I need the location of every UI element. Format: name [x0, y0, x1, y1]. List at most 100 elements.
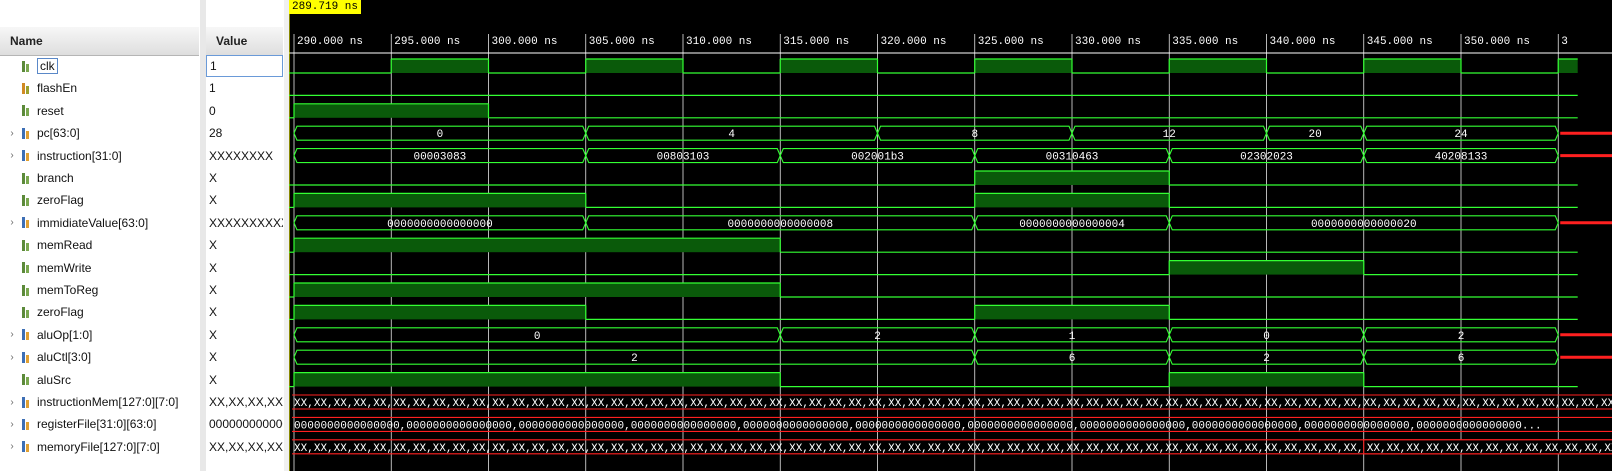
signal-row-branch[interactable]: branch — [0, 167, 199, 189]
signal-value[interactable]: X — [206, 324, 283, 346]
ruler-tick-label: 330.000 ns — [1075, 36, 1141, 48]
signal-name: immidiateValue[63:0] — [37, 215, 149, 230]
ruler-tick-label: 300.000 ns — [492, 36, 558, 48]
signal-value[interactable]: X — [206, 257, 283, 279]
bus-value-label: 2 — [1458, 331, 1465, 343]
bus-value-label: 1 — [1069, 331, 1076, 343]
signal-name: flashEn — [37, 81, 78, 96]
signal-row-reset[interactable]: reset — [0, 100, 199, 122]
signal-name: pc[63:0] — [37, 126, 80, 141]
ruler-tick-label: 315.000 ns — [783, 36, 849, 48]
signal-value[interactable]: X — [206, 167, 283, 189]
name-column: Name clk flashEn reset › pc[63:0] › instructio… — [0, 0, 201, 471]
signal-value[interactable]: XXXXXXXXXXXXXXXX — [206, 212, 283, 234]
signal-value[interactable]: X — [206, 234, 283, 256]
expand-chevron-icon[interactable]: › — [6, 441, 18, 452]
array-value-label: XX,XX,XX,XX,XX,XX,XX,XX,XX,XX,XX,XX,XX,X… — [294, 398, 1612, 410]
signal-value[interactable]: X — [206, 301, 283, 323]
bus-value-label: 0000000000000020 — [1311, 219, 1417, 231]
waveform-high-fill — [294, 238, 781, 253]
ruler-tick-label: 335.000 ns — [1172, 36, 1238, 48]
bus-signal-icon — [22, 217, 32, 229]
bus-signal-icon — [22, 418, 32, 430]
signal-value[interactable]: 0 — [206, 100, 283, 122]
ruler-tick-label: 320.000 ns — [881, 36, 947, 48]
logic-signal-icon — [22, 306, 32, 318]
signal-value[interactable]: XX,XX,XX,XX,XX — [206, 436, 283, 458]
bus-value-label: 12 — [1163, 129, 1176, 141]
signal-name: registerFile[31:0][63:0] — [37, 417, 157, 432]
signal-row-alusrc[interactable]: aluSrc — [0, 369, 199, 391]
signal-name: clk — [37, 58, 58, 74]
waveform-high-fill — [780, 59, 878, 73]
expand-chevron-icon[interactable]: › — [6, 329, 18, 340]
signal-value[interactable]: 0000000000000000 — [206, 413, 283, 435]
expand-chevron-icon[interactable]: › — [6, 419, 18, 430]
expand-chevron-icon[interactable]: › — [6, 128, 18, 139]
signal-value[interactable]: X — [206, 369, 283, 391]
value-column-header[interactable]: Value — [206, 27, 283, 56]
logic-signal-icon — [22, 239, 32, 251]
array-value-label: XX,XX,XX,XX,XX,XX,XX,XX,XX,XX,XX,XX,XX,X… — [1367, 443, 1612, 455]
signal-value[interactable]: 1 — [206, 77, 283, 99]
signal-row-pc-63-0-[interactable]: › pc[63:0] — [0, 122, 199, 144]
bus-value-label: 002001b3 — [851, 152, 904, 164]
expand-chevron-icon[interactable]: › — [6, 352, 18, 363]
signal-value[interactable]: X — [206, 189, 283, 211]
waveform-high-fill — [974, 305, 1170, 320]
waveform-high-fill — [974, 171, 1170, 185]
signal-name: branch — [37, 171, 74, 185]
name-column-header[interactable]: Name — [0, 27, 199, 56]
bus-value-label: 6 — [1458, 353, 1465, 365]
signal-value[interactable]: X — [206, 279, 283, 301]
waveform-high-fill — [1169, 260, 1364, 275]
signal-name: aluSrc — [37, 372, 72, 387]
bus-signal-icon — [22, 127, 32, 139]
array-value-label: 0000000000000000,0000000000000000,000000… — [294, 420, 1542, 432]
bus-value-label: 0 — [437, 129, 444, 141]
signal-row-registerfile-31-0-63-0-[interactable]: › registerFile[31:0][63:0] — [0, 413, 199, 435]
signal-name: zeroFlag — [37, 305, 84, 320]
signal-row-memoryfile-127-0-7-0-[interactable]: › memoryFile[127:0][7:0] — [0, 436, 199, 458]
bus-value-label: 0 — [534, 331, 541, 343]
logic-signal-icon — [22, 262, 32, 274]
signal-row-immidiatevalue-63-0-[interactable]: › immidiateValue[63:0] — [0, 212, 199, 234]
logic-signal-icon — [22, 105, 32, 117]
signal-value[interactable]: X — [206, 346, 283, 368]
signal-row-aluop-1-0-[interactable]: › aluOp[1:0] — [0, 324, 199, 346]
signal-row-aluctl-3-0-[interactable]: › aluCtl[3:0] — [0, 346, 199, 368]
bus-signal-icon — [22, 329, 32, 341]
bus-value-label: 00310463 — [1046, 152, 1099, 164]
signal-value[interactable]: 28 — [206, 122, 283, 144]
signal-row-memwrite[interactable]: memWrite — [0, 257, 199, 279]
signal-row-memread[interactable]: memRead — [0, 234, 199, 256]
signal-row-instruction-31-0-[interactable]: › instruction[31:0] — [0, 145, 199, 167]
signal-name: reset — [37, 103, 64, 118]
expand-chevron-icon[interactable]: › — [6, 217, 18, 228]
bus-value-label: 6 — [1069, 353, 1076, 365]
waveform-high-fill — [1363, 59, 1461, 73]
ruler-tick-label: 305.000 ns — [589, 36, 655, 48]
bus-value-label: 0000000000000008 — [727, 219, 833, 231]
expand-chevron-icon[interactable]: › — [6, 150, 18, 161]
signal-row-clk[interactable]: clk — [0, 55, 199, 77]
signal-value[interactable]: 1 — [206, 55, 283, 77]
signal-row-instructionmem-127-0-7-0-[interactable]: › instructionMem[127:0][7:0] — [0, 391, 199, 413]
bus-signal-icon — [22, 351, 32, 363]
bus-signal-icon — [22, 396, 32, 408]
signal-row-memtoreg[interactable]: memToReg — [0, 279, 199, 301]
expand-chevron-icon[interactable]: › — [6, 397, 18, 408]
waveform-high-fill — [974, 59, 1072, 73]
signal-value[interactable]: XXXXXXXX — [206, 145, 283, 167]
bus-value-label: 00803103 — [657, 152, 710, 164]
signal-row-zeroflag[interactable]: zeroFlag — [0, 301, 199, 323]
signal-name: aluCtl[3:0] — [37, 350, 92, 365]
signal-value[interactable]: XX,XX,XX,XX,XX — [206, 391, 283, 413]
bus-value-label: 4 — [728, 129, 735, 141]
ruler-tick-label: 345.000 ns — [1367, 36, 1433, 48]
cursor-time-label: 289.719 ns — [289, 0, 362, 14]
signal-row-flashen[interactable]: flashEn — [0, 77, 199, 99]
waveform-canvas[interactable]: 290.000 ns 295.000 ns 300.000 ns 305.000 ns… — [289, 0, 1612, 471]
signal-row-zeroflag[interactable]: zeroFlag — [0, 189, 199, 211]
waveform-high-fill — [1169, 59, 1267, 73]
